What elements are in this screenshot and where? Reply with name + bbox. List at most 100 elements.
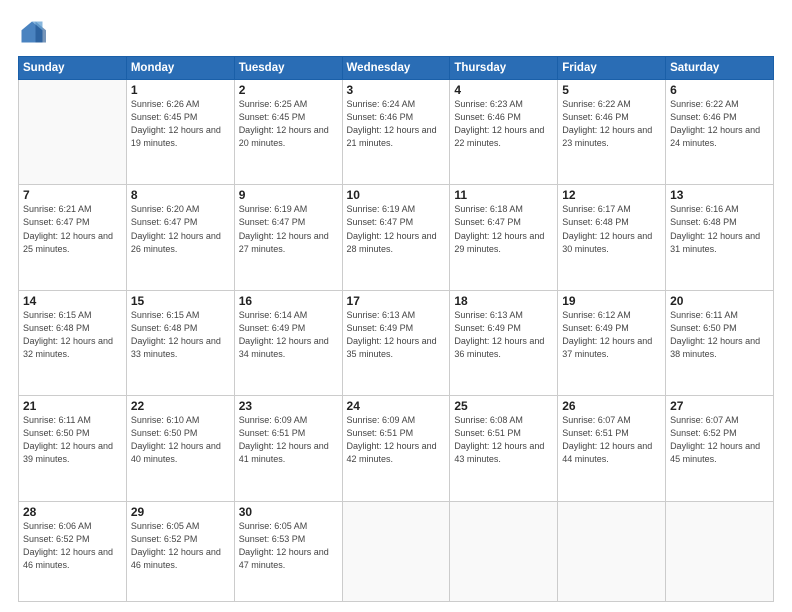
- day-info: Sunrise: 6:22 AMSunset: 6:46 PMDaylight:…: [562, 98, 661, 150]
- calendar-cell: 13Sunrise: 6:16 AMSunset: 6:48 PMDayligh…: [666, 185, 774, 290]
- page: SundayMondayTuesdayWednesdayThursdayFrid…: [0, 0, 792, 612]
- day-info: Sunrise: 6:13 AMSunset: 6:49 PMDaylight:…: [347, 309, 446, 361]
- day-number: 2: [239, 83, 338, 97]
- calendar-cell: 28Sunrise: 6:06 AMSunset: 6:52 PMDayligh…: [19, 501, 127, 601]
- calendar-cell: 18Sunrise: 6:13 AMSunset: 6:49 PMDayligh…: [450, 290, 558, 395]
- day-info: Sunrise: 6:07 AMSunset: 6:52 PMDaylight:…: [670, 414, 769, 466]
- day-info: Sunrise: 6:20 AMSunset: 6:47 PMDaylight:…: [131, 203, 230, 255]
- day-info: Sunrise: 6:11 AMSunset: 6:50 PMDaylight:…: [23, 414, 122, 466]
- week-row-1: 1Sunrise: 6:26 AMSunset: 6:45 PMDaylight…: [19, 80, 774, 185]
- calendar-cell: 29Sunrise: 6:05 AMSunset: 6:52 PMDayligh…: [126, 501, 234, 601]
- calendar-table: SundayMondayTuesdayWednesdayThursdayFrid…: [18, 56, 774, 602]
- week-row-3: 14Sunrise: 6:15 AMSunset: 6:48 PMDayligh…: [19, 290, 774, 395]
- day-info: Sunrise: 6:25 AMSunset: 6:45 PMDaylight:…: [239, 98, 338, 150]
- calendar-cell: 25Sunrise: 6:08 AMSunset: 6:51 PMDayligh…: [450, 396, 558, 501]
- calendar-cell: [450, 501, 558, 601]
- day-number: 20: [670, 294, 769, 308]
- day-number: 22: [131, 399, 230, 413]
- day-number: 14: [23, 294, 122, 308]
- calendar-cell: 17Sunrise: 6:13 AMSunset: 6:49 PMDayligh…: [342, 290, 450, 395]
- header: [18, 18, 774, 46]
- day-info: Sunrise: 6:15 AMSunset: 6:48 PMDaylight:…: [23, 309, 122, 361]
- day-number: 5: [562, 83, 661, 97]
- day-number: 18: [454, 294, 553, 308]
- week-row-5: 28Sunrise: 6:06 AMSunset: 6:52 PMDayligh…: [19, 501, 774, 601]
- calendar-cell: 7Sunrise: 6:21 AMSunset: 6:47 PMDaylight…: [19, 185, 127, 290]
- calendar-cell: 2Sunrise: 6:25 AMSunset: 6:45 PMDaylight…: [234, 80, 342, 185]
- calendar-cell: 16Sunrise: 6:14 AMSunset: 6:49 PMDayligh…: [234, 290, 342, 395]
- week-row-2: 7Sunrise: 6:21 AMSunset: 6:47 PMDaylight…: [19, 185, 774, 290]
- calendar-cell: 19Sunrise: 6:12 AMSunset: 6:49 PMDayligh…: [558, 290, 666, 395]
- day-number: 3: [347, 83, 446, 97]
- day-info: Sunrise: 6:05 AMSunset: 6:53 PMDaylight:…: [239, 520, 338, 572]
- day-number: 8: [131, 188, 230, 202]
- calendar-cell: 8Sunrise: 6:20 AMSunset: 6:47 PMDaylight…: [126, 185, 234, 290]
- day-info: Sunrise: 6:08 AMSunset: 6:51 PMDaylight:…: [454, 414, 553, 466]
- day-number: 6: [670, 83, 769, 97]
- day-info: Sunrise: 6:15 AMSunset: 6:48 PMDaylight:…: [131, 309, 230, 361]
- weekday-friday: Friday: [558, 57, 666, 80]
- day-info: Sunrise: 6:17 AMSunset: 6:48 PMDaylight:…: [562, 203, 661, 255]
- day-number: 1: [131, 83, 230, 97]
- day-number: 10: [347, 188, 446, 202]
- day-info: Sunrise: 6:07 AMSunset: 6:51 PMDaylight:…: [562, 414, 661, 466]
- calendar-cell: 21Sunrise: 6:11 AMSunset: 6:50 PMDayligh…: [19, 396, 127, 501]
- day-info: Sunrise: 6:24 AMSunset: 6:46 PMDaylight:…: [347, 98, 446, 150]
- day-info: Sunrise: 6:19 AMSunset: 6:47 PMDaylight:…: [347, 203, 446, 255]
- weekday-tuesday: Tuesday: [234, 57, 342, 80]
- calendar-cell: [558, 501, 666, 601]
- day-number: 9: [239, 188, 338, 202]
- day-number: 26: [562, 399, 661, 413]
- calendar-cell: 4Sunrise: 6:23 AMSunset: 6:46 PMDaylight…: [450, 80, 558, 185]
- calendar-cell: 1Sunrise: 6:26 AMSunset: 6:45 PMDaylight…: [126, 80, 234, 185]
- day-number: 19: [562, 294, 661, 308]
- day-number: 23: [239, 399, 338, 413]
- day-number: 30: [239, 505, 338, 519]
- calendar-cell: 5Sunrise: 6:22 AMSunset: 6:46 PMDaylight…: [558, 80, 666, 185]
- calendar-cell: 3Sunrise: 6:24 AMSunset: 6:46 PMDaylight…: [342, 80, 450, 185]
- day-info: Sunrise: 6:14 AMSunset: 6:49 PMDaylight:…: [239, 309, 338, 361]
- calendar-cell: 20Sunrise: 6:11 AMSunset: 6:50 PMDayligh…: [666, 290, 774, 395]
- day-number: 25: [454, 399, 553, 413]
- day-number: 7: [23, 188, 122, 202]
- day-number: 29: [131, 505, 230, 519]
- day-info: Sunrise: 6:10 AMSunset: 6:50 PMDaylight:…: [131, 414, 230, 466]
- calendar-cell: 27Sunrise: 6:07 AMSunset: 6:52 PMDayligh…: [666, 396, 774, 501]
- day-info: Sunrise: 6:19 AMSunset: 6:47 PMDaylight:…: [239, 203, 338, 255]
- calendar-cell: 23Sunrise: 6:09 AMSunset: 6:51 PMDayligh…: [234, 396, 342, 501]
- day-info: Sunrise: 6:22 AMSunset: 6:46 PMDaylight:…: [670, 98, 769, 150]
- calendar-cell: 14Sunrise: 6:15 AMSunset: 6:48 PMDayligh…: [19, 290, 127, 395]
- calendar-cell: [342, 501, 450, 601]
- weekday-wednesday: Wednesday: [342, 57, 450, 80]
- day-number: 16: [239, 294, 338, 308]
- day-number: 4: [454, 83, 553, 97]
- weekday-monday: Monday: [126, 57, 234, 80]
- day-number: 21: [23, 399, 122, 413]
- day-number: 13: [670, 188, 769, 202]
- day-info: Sunrise: 6:16 AMSunset: 6:48 PMDaylight:…: [670, 203, 769, 255]
- weekday-thursday: Thursday: [450, 57, 558, 80]
- calendar-cell: 15Sunrise: 6:15 AMSunset: 6:48 PMDayligh…: [126, 290, 234, 395]
- weekday-sunday: Sunday: [19, 57, 127, 80]
- calendar-cell: 24Sunrise: 6:09 AMSunset: 6:51 PMDayligh…: [342, 396, 450, 501]
- calendar-cell: 22Sunrise: 6:10 AMSunset: 6:50 PMDayligh…: [126, 396, 234, 501]
- day-info: Sunrise: 6:13 AMSunset: 6:49 PMDaylight:…: [454, 309, 553, 361]
- calendar-cell: 12Sunrise: 6:17 AMSunset: 6:48 PMDayligh…: [558, 185, 666, 290]
- day-info: Sunrise: 6:06 AMSunset: 6:52 PMDaylight:…: [23, 520, 122, 572]
- calendar-cell: [19, 80, 127, 185]
- day-info: Sunrise: 6:09 AMSunset: 6:51 PMDaylight:…: [347, 414, 446, 466]
- weekday-saturday: Saturday: [666, 57, 774, 80]
- calendar-cell: 10Sunrise: 6:19 AMSunset: 6:47 PMDayligh…: [342, 185, 450, 290]
- calendar-cell: 9Sunrise: 6:19 AMSunset: 6:47 PMDaylight…: [234, 185, 342, 290]
- day-number: 12: [562, 188, 661, 202]
- calendar-cell: 11Sunrise: 6:18 AMSunset: 6:47 PMDayligh…: [450, 185, 558, 290]
- day-info: Sunrise: 6:26 AMSunset: 6:45 PMDaylight:…: [131, 98, 230, 150]
- day-number: 17: [347, 294, 446, 308]
- logo-icon: [18, 18, 46, 46]
- day-info: Sunrise: 6:23 AMSunset: 6:46 PMDaylight:…: [454, 98, 553, 150]
- weekday-header-row: SundayMondayTuesdayWednesdayThursdayFrid…: [19, 57, 774, 80]
- week-row-4: 21Sunrise: 6:11 AMSunset: 6:50 PMDayligh…: [19, 396, 774, 501]
- logo: [18, 18, 50, 46]
- day-number: 24: [347, 399, 446, 413]
- day-info: Sunrise: 6:09 AMSunset: 6:51 PMDaylight:…: [239, 414, 338, 466]
